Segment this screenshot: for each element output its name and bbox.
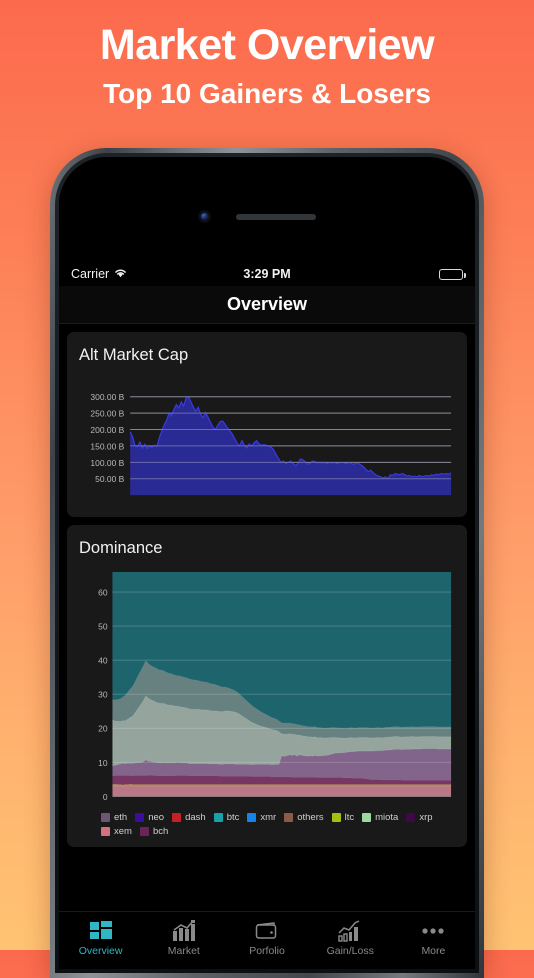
earpiece-speaker xyxy=(236,214,316,220)
trend-chart-icon[interactable] xyxy=(337,918,363,942)
main-content: Alt Market Cap 300.00 B 250.00 B 200.00 B 1… xyxy=(59,324,475,912)
legend-label: ltc xyxy=(344,812,355,824)
promo-title: Market Overview xyxy=(99,21,435,69)
phone-bezel: Carrier 3:29 PM Overview Alt Market Cap … xyxy=(55,153,479,973)
carrier-label: Carrier xyxy=(71,267,110,281)
tab-label: More xyxy=(421,945,446,957)
legend-label: others xyxy=(297,812,324,824)
legend-item-dash[interactable]: dash xyxy=(172,812,206,823)
tab-more[interactable]: More xyxy=(392,918,475,957)
grid-icon[interactable] xyxy=(89,918,113,942)
card-title: Alt Market Cap xyxy=(79,346,189,364)
navigation-bar: Overview xyxy=(59,286,475,324)
dominance-legend: eth neo dash btc xmr others ltc miota xrp xem bch xyxy=(79,812,455,837)
legend-swatch-icon xyxy=(284,813,294,823)
tab-label: Overview xyxy=(78,945,123,957)
y-axis-tick-label: 50 xyxy=(98,622,108,632)
card-alt-market-cap[interactable]: Alt Market Cap 300.00 B 250.00 B 200.00 B 1… xyxy=(67,332,467,517)
legend-label: bch xyxy=(152,826,169,838)
dominance-chart[interactable]: 60 50 40 30 20 10 0 xyxy=(79,571,455,808)
phone-top-area xyxy=(59,157,475,262)
legend-item-neo[interactable]: neo xyxy=(135,812,164,823)
legend-item-bch[interactable]: bch xyxy=(139,826,169,838)
legend-label: xmr xyxy=(260,812,277,824)
phone-frame: Carrier 3:29 PM Overview Alt Market Cap … xyxy=(50,148,484,978)
legend-swatch-icon xyxy=(331,813,341,823)
wifi-icon xyxy=(114,267,127,281)
y-axis-tick-label: 20 xyxy=(98,724,108,734)
legend-item-eth[interactable]: eth xyxy=(101,812,127,823)
legend-item-miota[interactable]: miota xyxy=(362,812,398,823)
legend-swatch-icon xyxy=(247,813,257,823)
wallet-icon[interactable] xyxy=(254,918,280,942)
legend-swatch-icon xyxy=(139,827,149,837)
legend-swatch-icon xyxy=(101,827,110,837)
tab-overview[interactable]: Overview xyxy=(59,918,142,957)
battery-icon xyxy=(439,268,466,280)
phone-screen: Carrier 3:29 PM Overview Alt Market Cap … xyxy=(59,157,475,969)
y-axis-tick-label: 0 xyxy=(103,792,108,802)
y-axis-tick-label: 100.00 B xyxy=(90,458,124,468)
card-title: Dominance xyxy=(79,538,163,557)
y-axis-tick-label: 200.00 B xyxy=(90,425,124,435)
tab-label: Gain/Loss xyxy=(326,945,374,957)
dominance-svg: 60 50 40 30 20 10 0 xyxy=(98,571,452,802)
y-axis-tick-label: 50.00 B xyxy=(95,474,125,484)
legend-swatch-icon xyxy=(213,813,223,823)
legend-label: xem xyxy=(114,826,132,838)
alt-market-cap-chart[interactable]: 300.00 B 250.00 B 200.00 B 150.00 B 100.00 B… xyxy=(79,379,455,507)
promo-header: Market Overview Top 10 Gainers & Losers xyxy=(0,0,534,110)
legend-item-xem[interactable]: xem xyxy=(101,826,132,837)
legend-label: miota xyxy=(375,812,399,824)
promo-subtitle: Top 10 Gainers & Losers xyxy=(103,78,431,110)
legend-item-btc[interactable]: btc xyxy=(213,812,240,824)
status-bar-right xyxy=(439,268,466,280)
legend-swatch-icon xyxy=(172,813,182,823)
tab-porfolio[interactable]: Porfolio xyxy=(225,918,308,957)
tab-gain-loss[interactable]: Gain/Loss xyxy=(309,918,392,957)
y-axis-tick-label: 250.00 B xyxy=(90,409,124,419)
legend-swatch-icon xyxy=(406,813,416,823)
y-axis-tick-label: 10 xyxy=(98,758,108,768)
y-axis-tick-label: 150.00 B xyxy=(90,441,124,451)
legend-label: dash xyxy=(185,812,206,824)
status-bar-left: Carrier xyxy=(71,267,127,281)
legend-item-others[interactable]: others xyxy=(284,812,324,824)
tab-market[interactable]: Market xyxy=(142,918,225,957)
page-title: Overview xyxy=(226,294,308,314)
status-bar: Carrier 3:29 PM xyxy=(59,262,475,286)
bar-chart-icon[interactable] xyxy=(171,918,197,942)
y-axis-tick-label: 300.00 B xyxy=(90,392,124,402)
legend-label: neo xyxy=(148,812,165,824)
legend-label: btc xyxy=(226,812,240,824)
alt-market-cap-svg: 300.00 B 250.00 B 200.00 B 150.00 B 100.00 B… xyxy=(90,392,452,496)
ellipsis-icon[interactable] xyxy=(420,918,446,942)
tab-bar: Overview Market Porfolio Gain/Loss More xyxy=(59,911,475,969)
tab-label: Market xyxy=(167,945,200,957)
legend-label: xrp xyxy=(419,812,433,824)
card-dominance[interactable]: Dominance 60 50 40 30 20 10 0 eth neo dash btc xmr… xyxy=(67,524,467,848)
tab-label: Porfolio xyxy=(249,945,285,957)
stacked-area-xem xyxy=(112,785,452,797)
legend-item-ltc[interactable]: ltc xyxy=(331,812,355,824)
legend-item-xmr[interactable]: xmr xyxy=(247,812,276,823)
front-camera-icon xyxy=(198,210,211,223)
legend-swatch-icon xyxy=(135,813,145,823)
y-axis-tick-label: 60 xyxy=(98,587,108,597)
legend-item-xrp[interactable]: xrp xyxy=(406,812,433,824)
legend-swatch-icon xyxy=(362,813,372,823)
y-axis-tick-label: 40 xyxy=(98,656,108,666)
y-axis-tick-label: 30 xyxy=(98,690,108,700)
legend-label: eth xyxy=(114,812,128,824)
legend-swatch-icon xyxy=(101,813,110,823)
